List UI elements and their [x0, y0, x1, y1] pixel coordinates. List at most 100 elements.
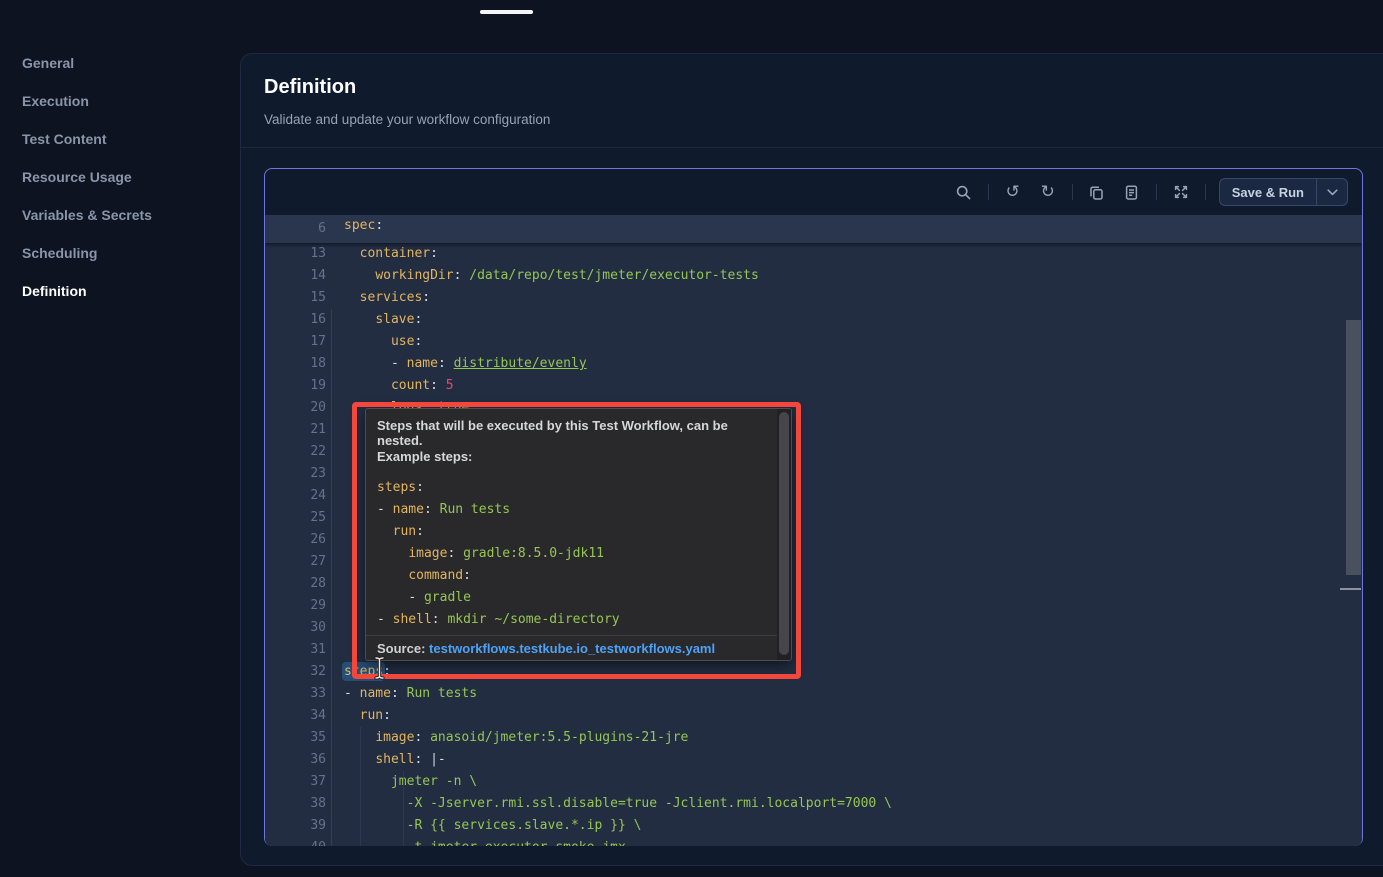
- code-text: [326, 463, 344, 485]
- code-line[interactable]: 36 shell: |-: [265, 749, 1362, 771]
- page-subtitle: Validate and update your workflow config…: [264, 112, 550, 127]
- tooltip-scrollbar[interactable]: [777, 409, 791, 660]
- search-icon[interactable]: [953, 181, 975, 203]
- line-number[interactable]: 25: [265, 507, 326, 529]
- line-number[interactable]: 39: [265, 815, 326, 837]
- chevron-down-icon[interactable]: [1317, 189, 1347, 196]
- line-number[interactable]: 24: [265, 485, 326, 507]
- line-number[interactable]: 29: [265, 595, 326, 617]
- code-text: [326, 485, 344, 507]
- tooltip-code-line: - name: Run tests: [377, 499, 620, 521]
- code-line[interactable]: 15 services:: [265, 287, 1362, 309]
- code-text: services:: [326, 287, 430, 309]
- scrollbar-thumb[interactable]: [1346, 320, 1361, 575]
- line-number[interactable]: 32: [265, 661, 326, 683]
- line-number[interactable]: 37: [265, 771, 326, 793]
- line-number[interactable]: 19: [265, 375, 326, 397]
- code-line[interactable]: 39 -R {{ services.slave.*.ip }} \: [265, 815, 1362, 837]
- expand-icon[interactable]: [1170, 181, 1192, 203]
- copy-icon[interactable]: [1086, 181, 1108, 203]
- line-number[interactable]: 21: [265, 419, 326, 441]
- sidebar-item-variables-secrets[interactable]: Variables & Secrets: [0, 196, 240, 234]
- code-text: -t jmeter-executor-smoke.jmx: [326, 837, 626, 846]
- scrollbar-marker: [1340, 588, 1361, 590]
- code-text: container:: [326, 243, 438, 265]
- sidebar-item-general[interactable]: General: [0, 44, 240, 82]
- line-number[interactable]: 23: [265, 463, 326, 485]
- code-line[interactable]: 40 -t jmeter-executor-smoke.jmx: [265, 837, 1362, 846]
- code-line[interactable]: 38 -X -Jserver.rmi.ssl.disable=true -Jcl…: [265, 793, 1362, 815]
- code-text: image: anasoid/jmeter:5.5-plugins-21-jre: [326, 727, 688, 749]
- tooltip-code-block: steps:- name: Run tests run: image: grad…: [377, 477, 620, 631]
- page-title: Definition: [264, 76, 550, 99]
- toolbar-divider: [1072, 184, 1073, 200]
- code-line[interactable]: 6spec:: [265, 215, 383, 237]
- sidebar-item-execution[interactable]: Execution: [0, 82, 240, 120]
- indent-guide: [403, 771, 404, 846]
- line-number[interactable]: 33: [265, 683, 326, 705]
- code-line[interactable]: 37 jmeter -n \: [265, 771, 1362, 793]
- sticky-line[interactable]: 6spec:: [265, 215, 1362, 243]
- editor-toolbar: ↺ ↻ Save & Run: [265, 169, 1362, 215]
- code-line[interactable]: 17 use:: [265, 331, 1362, 353]
- line-number[interactable]: 38: [265, 793, 326, 815]
- sidebar-item-resource-usage[interactable]: Resource Usage: [0, 158, 240, 196]
- code-text: -X -Jserver.rmi.ssl.disable=true -Jclien…: [326, 793, 892, 815]
- line-number[interactable]: 35: [265, 727, 326, 749]
- line-number[interactable]: 28: [265, 573, 326, 595]
- tooltip-source-row: Source: testworkflows.testkube.io_testwo…: [366, 635, 777, 661]
- code-text: [326, 617, 344, 639]
- tooltip-code-line: run:: [377, 521, 620, 543]
- sidebar-item-scheduling[interactable]: Scheduling: [0, 234, 240, 272]
- toolbar-divider: [1156, 184, 1157, 200]
- code-line[interactable]: 33- name: Run tests: [265, 683, 1362, 705]
- source-link[interactable]: testworkflows.testkube.io_testworkflows.…: [429, 641, 715, 656]
- line-number[interactable]: 27: [265, 551, 326, 573]
- line-number[interactable]: 16: [265, 309, 326, 331]
- sidebar-item-test-content[interactable]: Test Content: [0, 120, 240, 158]
- code-text: - name: distribute/evenly: [326, 353, 587, 375]
- panel-header: Definition Validate and update your work…: [264, 76, 550, 127]
- code-line[interactable]: 19 count: 5: [265, 375, 1362, 397]
- redo-icon[interactable]: ↻: [1037, 181, 1059, 203]
- tooltip-example-label: Example steps:: [377, 449, 472, 464]
- code-line[interactable]: 13 container:: [265, 243, 1362, 265]
- code-text: [326, 551, 344, 573]
- paste-document-icon[interactable]: [1121, 181, 1143, 203]
- toolbar-divider: [988, 184, 989, 200]
- line-number[interactable]: 36: [265, 749, 326, 771]
- code-line[interactable]: 14 workingDir: /data/repo/test/jmeter/ex…: [265, 265, 1362, 287]
- source-label: Source:: [377, 641, 425, 656]
- save-and-run-button[interactable]: Save & Run: [1219, 178, 1348, 206]
- code-line[interactable]: 32steps:: [265, 661, 1362, 683]
- indent-guide: [331, 309, 332, 846]
- code-line[interactable]: 35 image: anasoid/jmeter:5.5-plugins-21-…: [265, 727, 1362, 749]
- code-text: spec:: [326, 215, 383, 237]
- line-number[interactable]: 40: [265, 837, 326, 846]
- line-number[interactable]: 6: [265, 215, 326, 237]
- header-divider: [241, 147, 1383, 148]
- settings-sidebar: GeneralExecutionTest ContentResource Usa…: [0, 44, 240, 310]
- code-text: slave:: [326, 309, 422, 331]
- tooltip-scrollbar-thumb[interactable]: [779, 412, 789, 655]
- line-number[interactable]: 15: [265, 287, 326, 309]
- code-text: -R {{ services.slave.*.ip }} \: [326, 815, 641, 837]
- line-number[interactable]: 17: [265, 331, 326, 353]
- code-text: use:: [326, 331, 422, 353]
- indent-guide: [360, 727, 361, 846]
- code-line[interactable]: 34 run:: [265, 705, 1362, 727]
- line-number[interactable]: 18: [265, 353, 326, 375]
- line-number[interactable]: 20: [265, 397, 326, 419]
- line-number[interactable]: 13: [265, 243, 326, 265]
- editor-scrollbar[interactable]: [1344, 215, 1362, 846]
- line-number[interactable]: 14: [265, 265, 326, 287]
- line-number[interactable]: 31: [265, 639, 326, 661]
- undo-icon[interactable]: ↺: [1002, 181, 1024, 203]
- code-line[interactable]: 16 slave:: [265, 309, 1362, 331]
- sidebar-item-definition[interactable]: Definition: [0, 272, 240, 310]
- line-number[interactable]: 34: [265, 705, 326, 727]
- line-number[interactable]: 30: [265, 617, 326, 639]
- line-number[interactable]: 26: [265, 529, 326, 551]
- code-line[interactable]: 18 - name: distribute/evenly: [265, 353, 1362, 375]
- line-number[interactable]: 22: [265, 441, 326, 463]
